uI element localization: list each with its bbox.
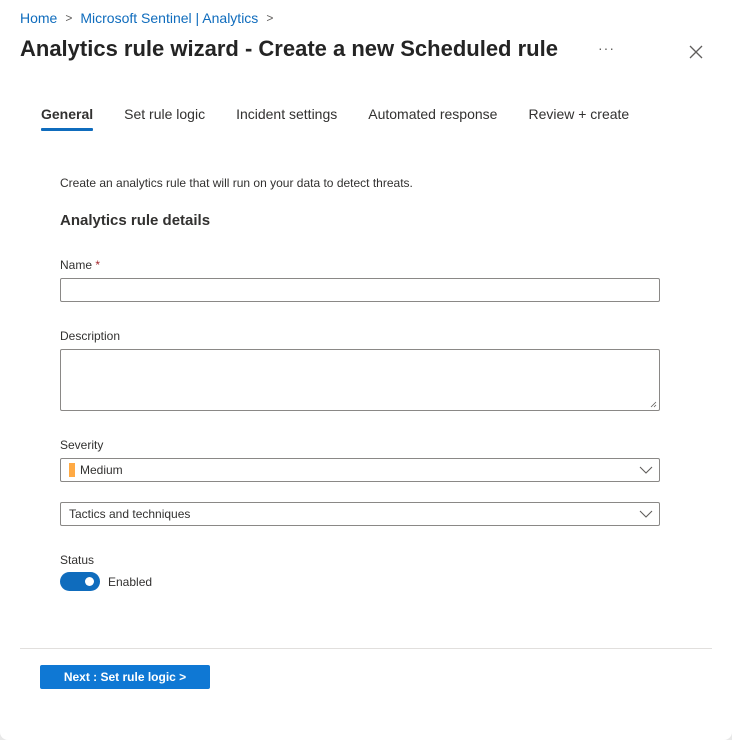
tab-automated-response[interactable]: Automated response [368,106,497,131]
tab-general[interactable]: General [41,106,94,131]
next-set-rule-logic-button[interactable]: Next : Set rule logic > [40,665,210,689]
tab-review-create[interactable]: Review + create [528,106,629,131]
name-label-text: Name [60,258,93,272]
severity-dropdown[interactable]: Medium [60,458,660,482]
description-textarea[interactable] [60,349,660,411]
close-button[interactable] [686,42,706,62]
tactics-placeholder: Tactics and techniques [69,507,191,521]
severity-color-indicator [69,463,75,477]
status-toggle-label: Enabled [108,575,153,589]
wizard-tabs: General Set rule logic Incident settings… [41,106,660,131]
description-label: Description [60,329,121,343]
breadcrumb: Home > Microsoft Sentinel | Analytics > [20,10,275,26]
section-title: Analytics rule details [60,212,211,229]
tactics-dropdown[interactable]: Tactics and techniques [60,502,660,526]
more-options-button[interactable]: ··· [598,40,615,56]
status-toggle[interactable] [60,572,100,591]
chevron-down-icon [639,510,653,518]
required-marker: * [95,258,101,272]
severity-value: Medium [80,463,123,477]
name-label: Name * [60,258,100,272]
toggle-knob [85,577,94,586]
name-input[interactable] [60,278,660,302]
status-label: Status [60,553,95,567]
resize-grip-icon[interactable] [650,401,657,408]
chevron-right-icon: > [266,11,274,25]
close-icon [689,45,703,59]
footer-divider [20,648,712,649]
tab-incident-settings[interactable]: Incident settings [236,106,337,131]
intro-text: Create an analytics rule that will run o… [60,176,413,190]
tab-set-rule-logic[interactable]: Set rule logic [124,106,205,131]
chevron-down-icon [639,466,653,474]
breadcrumb-sentinel-analytics[interactable]: Microsoft Sentinel | Analytics [80,10,258,26]
breadcrumb-home[interactable]: Home [20,10,57,26]
wizard-panel: Home > Microsoft Sentinel | Analytics > … [0,0,732,740]
chevron-right-icon: > [65,11,73,25]
severity-label: Severity [60,438,104,452]
page-title: Analytics rule wizard - Create a new Sch… [20,36,558,61]
